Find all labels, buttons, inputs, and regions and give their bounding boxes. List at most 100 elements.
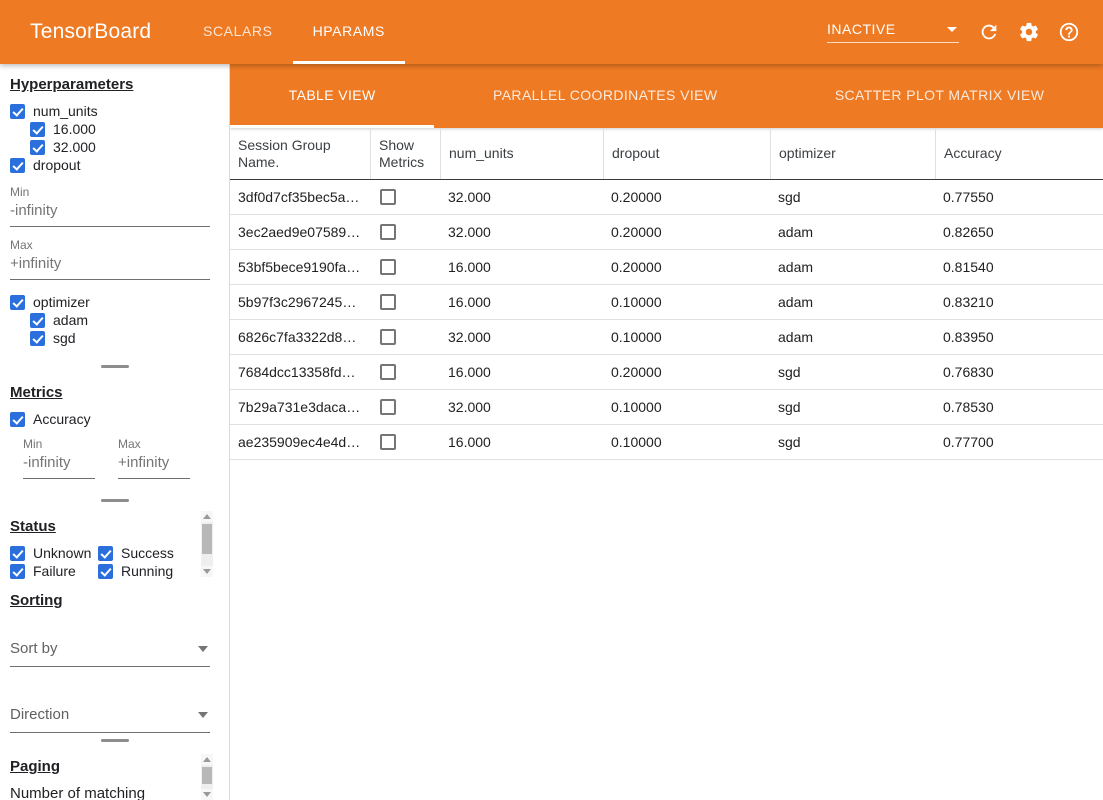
cell-accuracy: 0.81540 [935, 259, 1103, 275]
max-label: Max [10, 238, 219, 252]
cell-show-metrics [370, 364, 440, 380]
scroll-down-icon[interactable] [203, 569, 211, 574]
scrollbar-thumb[interactable] [202, 524, 212, 554]
chevron-down-icon [198, 712, 208, 718]
cell-dropout: 0.10000 [603, 329, 770, 345]
section-resize-handle[interactable] [0, 360, 229, 372]
settings-button[interactable] [1009, 12, 1049, 52]
cell-accuracy: 0.83950 [935, 329, 1103, 345]
checkbox-label: 16.000 [53, 121, 96, 137]
tab-parallel-coordinates-view[interactable]: PARALLEL COORDINATES VIEW [434, 64, 776, 128]
show-metrics-checkbox[interactable] [380, 189, 396, 205]
column-header-show-metrics: Show Metrics [370, 128, 440, 179]
run-selector-value: INACTIVE [827, 21, 896, 37]
sidebar-checkbox-dropout[interactable]: dropout [10, 156, 219, 174]
show-metrics-checkbox[interactable] [380, 329, 396, 345]
chevron-down-icon [947, 27, 957, 32]
cell-show-metrics [370, 329, 440, 345]
dropout-min-input[interactable] [10, 199, 210, 227]
run-selector[interactable]: INACTIVE [827, 21, 959, 43]
scroll-up-icon[interactable] [203, 514, 211, 519]
sorting-heading: Sorting [10, 592, 219, 609]
accuracy-min-input[interactable] [23, 451, 95, 479]
column-header-session-group-name: Session Group Name. [230, 128, 370, 179]
cell-session-group-name: 3ec2aed9e07589f… [230, 224, 370, 240]
section-resize-handle[interactable] [0, 494, 229, 506]
checkbox-icon [30, 140, 45, 155]
cell-dropout: 0.20000 [603, 224, 770, 240]
sidebar-checkbox-failure[interactable]: Failure [10, 562, 98, 580]
sidebar-checkbox-unknown[interactable]: Unknown [10, 544, 98, 562]
dropout-max-input[interactable] [10, 252, 210, 280]
cell-accuracy: 0.82650 [935, 224, 1103, 240]
cell-session-group-name: 5b97f3c2967245b… [230, 294, 370, 310]
section-resize-handle[interactable] [0, 734, 229, 746]
scroll-up-icon[interactable] [203, 757, 211, 762]
scrollbar-track[interactable] [201, 765, 213, 789]
cell-session-group-name: ae235909ec4e4d… [230, 434, 370, 450]
checkbox-icon [10, 412, 25, 427]
cell-optimizer: sgd [770, 399, 935, 415]
dropout-min-field: Min [10, 185, 219, 227]
show-metrics-checkbox[interactable] [380, 224, 396, 240]
cell-dropout: 0.10000 [603, 434, 770, 450]
show-metrics-checkbox[interactable] [380, 364, 396, 380]
cell-num-units: 32.000 [440, 224, 603, 240]
cell-optimizer: sgd [770, 364, 935, 380]
scrollbar[interactable] [201, 754, 213, 800]
cell-accuracy: 0.77550 [935, 189, 1103, 205]
help-button[interactable] [1049, 12, 1089, 52]
topbar-spacer [405, 0, 827, 64]
metrics-section: Metrics Accuracy Min Max [0, 372, 229, 494]
scrollbar-track[interactable] [201, 522, 213, 566]
cell-num-units: 16.000 [440, 259, 603, 275]
sidebar-checkbox-num-units[interactable]: num_units [10, 102, 219, 120]
column-header-dropout: dropout [603, 128, 770, 179]
refresh-button[interactable] [969, 12, 1009, 52]
checkbox-label: 32.000 [53, 139, 96, 155]
cell-dropout: 0.10000 [603, 294, 770, 310]
cell-accuracy: 0.77700 [935, 434, 1103, 450]
scroll-down-icon[interactable] [203, 792, 211, 797]
direction-select[interactable]: Direction [10, 704, 210, 733]
tab-scalars[interactable]: SCALARS [183, 0, 293, 64]
tab-hparams[interactable]: HPARAMS [293, 0, 405, 64]
scrollbar[interactable] [201, 511, 213, 577]
show-metrics-checkbox[interactable] [380, 399, 396, 415]
checkbox-icon [30, 313, 45, 328]
checkbox-icon [10, 104, 25, 119]
tab-table-view[interactable]: TABLE VIEW [230, 64, 434, 128]
checkbox-icon [30, 331, 45, 346]
min-label: Min [10, 185, 219, 199]
sidebar-checkbox-optimizer[interactable]: optimizer [10, 293, 219, 311]
show-metrics-checkbox[interactable] [380, 434, 396, 450]
scrollbar-thumb[interactable] [202, 767, 212, 784]
sidebar-checkbox-success[interactable]: Success [98, 544, 186, 562]
tab-scatter-plot-matrix-view[interactable]: SCATTER PLOT MATRIX VIEW [776, 64, 1103, 128]
cell-num-units: 16.000 [440, 294, 603, 310]
sidebar-checkbox-adam[interactable]: adam [30, 311, 219, 329]
cell-show-metrics [370, 399, 440, 415]
status-checkbox-grid: Unknown Success Failure Running [10, 544, 192, 580]
cell-show-metrics [370, 434, 440, 450]
cell-session-group-name: 7684dcc13358fd0… [230, 364, 370, 380]
show-metrics-checkbox[interactable] [380, 294, 396, 310]
sidebar-checkbox-accuracy[interactable]: Accuracy [10, 410, 219, 428]
optimizer-group: optimizer adam sgd [10, 293, 219, 347]
sidebar-checkbox-16000[interactable]: 16.000 [30, 120, 219, 138]
app-title: TensorBoard [0, 20, 137, 44]
show-metrics-checkbox[interactable] [380, 259, 396, 275]
accuracy-min-field: Min [23, 437, 95, 479]
sort-by-select[interactable]: Sort by [10, 638, 210, 667]
checkbox-icon [10, 564, 25, 579]
sidebar-checkbox-sgd[interactable]: sgd [30, 329, 219, 347]
sidebar-checkbox-32000[interactable]: 32.000 [30, 138, 219, 156]
column-header-optimizer: optimizer [770, 128, 935, 179]
accuracy-max-input[interactable] [118, 451, 190, 479]
checkbox-label: dropout [33, 157, 80, 173]
paging-heading: Paging [10, 758, 219, 775]
table-row: 3ec2aed9e07589f… 32.000 0.20000 adam 0.8… [230, 215, 1103, 250]
cell-dropout: 0.20000 [603, 189, 770, 205]
accuracy-minmax-row: Min Max [23, 437, 219, 479]
sidebar-checkbox-running[interactable]: Running [98, 562, 186, 580]
